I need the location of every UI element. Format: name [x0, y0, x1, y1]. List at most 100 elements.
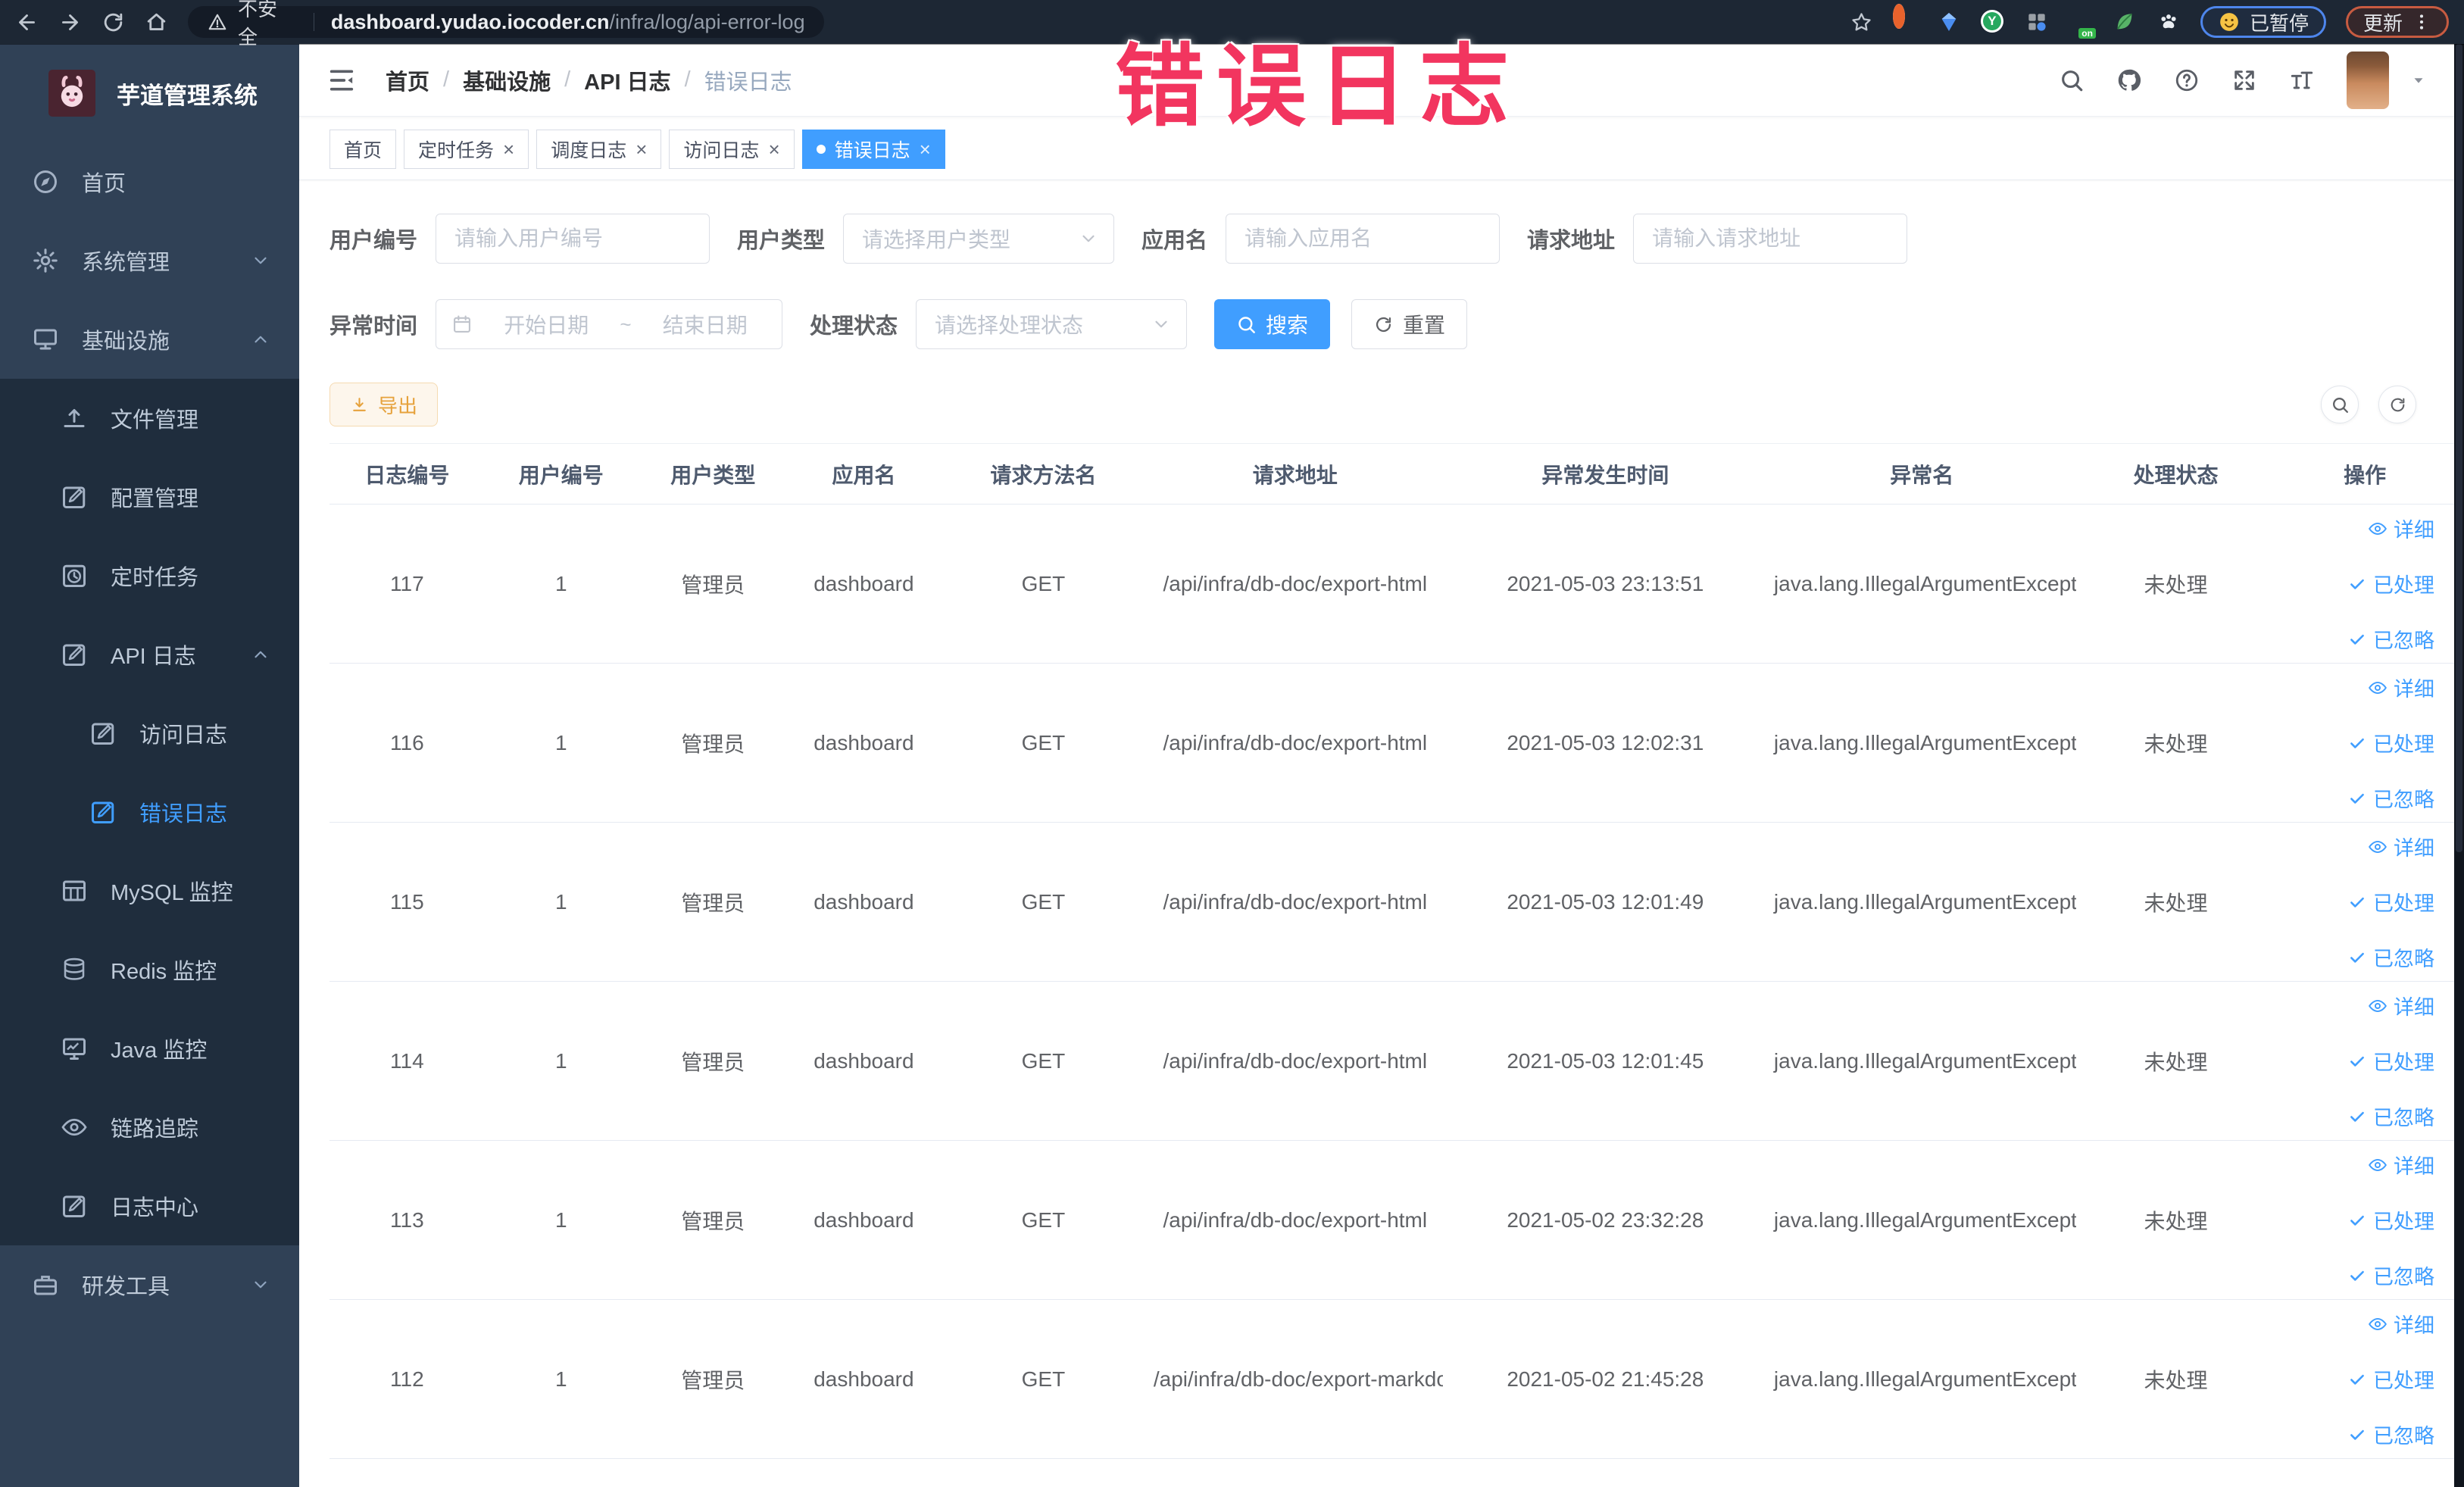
reload-icon[interactable]: [101, 11, 125, 34]
action-link-2[interactable]: 已忽略: [2347, 1261, 2434, 1290]
tab-0[interactable]: 首页: [329, 130, 397, 169]
extension-switch-icon[interactable]: [2069, 10, 2093, 34]
tab-close-icon[interactable]: ×: [768, 139, 779, 159]
font-size-icon[interactable]: [2289, 67, 2315, 93]
refresh-table-button[interactable]: [2378, 386, 2416, 423]
tab-1[interactable]: 定时任务 ×: [404, 130, 529, 169]
search-icon[interactable]: [2059, 67, 2085, 93]
cell-exception: java.lang.IllegalArgumentException: [1767, 1140, 2076, 1300]
export-button[interactable]: 导出: [329, 383, 439, 426]
browser-update-menu[interactable]: 更新: [2345, 6, 2449, 38]
toggle-search-button[interactable]: [2321, 386, 2359, 423]
search-button[interactable]: 搜索: [1214, 299, 1331, 349]
cell-id: 115: [329, 822, 485, 982]
sidebar-item-4[interactable]: 配置管理: [0, 458, 299, 536]
sidebar-item-0[interactable]: 首页: [0, 142, 299, 221]
sidebar-item-13[interactable]: 日志中心: [0, 1167, 299, 1245]
column-header-8: 处理状态: [2075, 443, 2276, 505]
action-link-0[interactable]: 详细: [2368, 514, 2434, 543]
action-link-0[interactable]: 详细: [2368, 1309, 2434, 1339]
extension-orange-icon[interactable]: [1892, 4, 1917, 34]
app-logo[interactable]: 芋道管理系统: [0, 44, 299, 142]
app-name-input[interactable]: [1226, 214, 1501, 264]
action-link-0[interactable]: 详细: [2368, 832, 2434, 861]
action-link-2[interactable]: 已忽略: [2347, 624, 2434, 654]
back-icon[interactable]: [15, 11, 39, 34]
breadcrumb-item-2[interactable]: API 日志: [584, 64, 670, 96]
extension-paw-icon[interactable]: [2156, 10, 2181, 34]
avatar-caret-down-icon[interactable]: [2410, 72, 2427, 89]
app-name-label: 应用名: [1141, 229, 1208, 253]
tab-close-icon[interactable]: ×: [920, 139, 931, 159]
sidebar-item-10[interactable]: Redis 监控: [0, 930, 299, 1009]
cell-exception: java.lang.IllegalArgumentException: [1767, 663, 2076, 823]
cell-url: /api/infra/db-doc/export-html: [1147, 663, 1443, 823]
address-bar[interactable]: 不安全 dashboard.yudao.iocoder.cn/infra/log…: [188, 0, 824, 48]
tab-3[interactable]: 访问日志 ×: [669, 130, 795, 169]
eye-icon: [2368, 996, 2387, 1016]
action-link-1[interactable]: 已处理: [2347, 887, 2434, 917]
home-icon[interactable]: [145, 11, 168, 34]
bookmark-star-icon[interactable]: [1850, 11, 1873, 34]
cell-method: GET: [938, 1299, 1148, 1459]
chevron-down-icon: [251, 251, 270, 270]
paused-extension-badge[interactable]: 已暂停: [2200, 6, 2326, 38]
sidebar-item-label: 基础设施: [82, 330, 170, 354]
action-link-2[interactable]: 已忽略: [2347, 1420, 2434, 1449]
sidebar-item-8[interactable]: 错误日志: [0, 773, 299, 851]
tab-2[interactable]: 调度日志 ×: [536, 130, 662, 169]
sidebar-item-9[interactable]: MySQL 监控: [0, 851, 299, 930]
user-avatar[interactable]: [2347, 51, 2389, 109]
page-scrollbar[interactable]: [2454, 44, 2464, 1487]
scrollbar-thumb[interactable]: [2456, 44, 2462, 852]
reset-button[interactable]: 重置: [1351, 299, 1468, 349]
action-label: 已忽略: [2373, 948, 2434, 970]
action-link-2[interactable]: 已忽略: [2347, 783, 2434, 813]
request-url-input[interactable]: [1633, 214, 1908, 264]
action-link-1[interactable]: 已处理: [2347, 1046, 2434, 1076]
sidebar-item-5[interactable]: 定时任务: [0, 536, 299, 615]
sidebar-item-12[interactable]: 链路追踪: [0, 1088, 299, 1167]
action-link-1[interactable]: 已处理: [2347, 1205, 2434, 1235]
breadcrumb-item-1[interactable]: 基础设施: [463, 64, 551, 96]
process-status-select[interactable]: 请选择处理状态: [916, 299, 1188, 349]
exception-time-label: 异常时间: [329, 314, 418, 339]
breadcrumb-item-0[interactable]: 首页: [386, 64, 429, 96]
extension-grid-icon[interactable]: [2025, 10, 2049, 34]
forward-icon[interactable]: [58, 11, 82, 34]
fullscreen-icon[interactable]: [2231, 67, 2257, 93]
sidebar-item-3[interactable]: 文件管理: [0, 379, 299, 458]
action-link-2[interactable]: 已忽略: [2347, 942, 2434, 972]
action-link-2[interactable]: 已忽略: [2347, 1101, 2434, 1131]
action-link-0[interactable]: 详细: [2368, 673, 2434, 702]
sidebar-collapse-icon[interactable]: [326, 65, 357, 95]
tool-icon: [32, 1271, 59, 1298]
sidebar-item-7[interactable]: 访问日志: [0, 694, 299, 773]
action-link-1[interactable]: 已处理: [2347, 1364, 2434, 1394]
user-type-select[interactable]: 请选择用户类型: [843, 214, 1115, 264]
github-icon[interactable]: [2116, 67, 2142, 93]
sidebar-item-14[interactable]: 研发工具: [0, 1245, 299, 1324]
extension-green-icon[interactable]: Y: [1980, 10, 2005, 34]
help-icon[interactable]: [2174, 67, 2200, 93]
user-id-input[interactable]: [436, 214, 710, 264]
cell-actions: 详细已处理已忽略: [2275, 1140, 2454, 1300]
tab-4[interactable]: 错误日志 ×: [801, 130, 945, 169]
tab-close-icon[interactable]: ×: [503, 139, 514, 159]
extension-shield-icon[interactable]: [1937, 10, 1961, 34]
action-link-1[interactable]: 已处理: [2347, 728, 2434, 758]
action-link-0[interactable]: 详细: [2368, 991, 2434, 1020]
sidebar-item-6[interactable]: API 日志: [0, 615, 299, 694]
sidebar-item-11[interactable]: Java 监控: [0, 1009, 299, 1088]
action-link-0[interactable]: 详细: [2368, 1150, 2434, 1179]
exception-time-range-picker[interactable]: 开始日期 ~ 结束日期: [436, 299, 783, 349]
cell-url: /api/infra/db-doc/export-html: [1147, 981, 1443, 1141]
sidebar-item-2[interactable]: 基础设施: [0, 300, 299, 379]
table-row: 115 1 管理员 dashboard GET/api/infra/db-doc/exp…: [329, 822, 2454, 982]
search-icon: [2331, 395, 2350, 414]
sidebar-item-1[interactable]: 系统管理: [0, 221, 299, 300]
action-link-1[interactable]: 已处理: [2347, 569, 2434, 598]
tab-close-icon[interactable]: ×: [636, 139, 647, 159]
extension-leaf-icon[interactable]: [2113, 10, 2137, 34]
check-icon: [2347, 1211, 2367, 1230]
